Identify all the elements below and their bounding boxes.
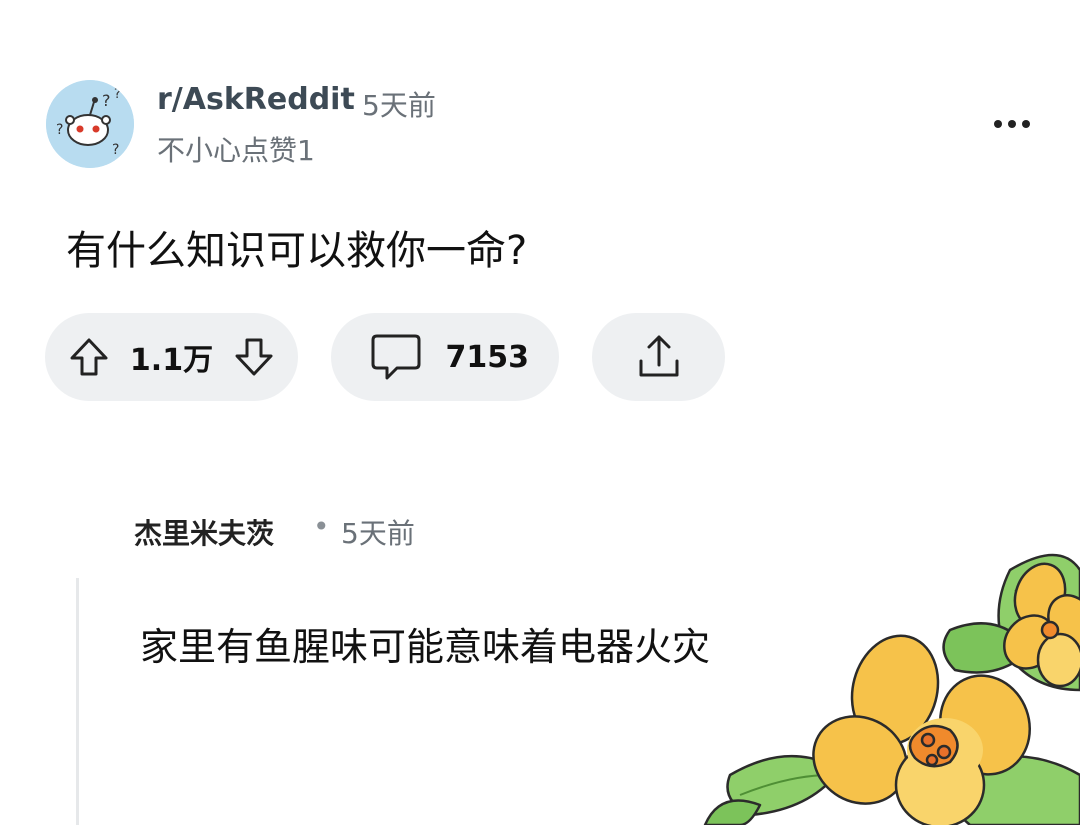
meta-separator: •	[313, 510, 330, 543]
comment-author[interactable]: 杰里米夫茨	[134, 512, 274, 552]
speech-bubble-icon	[371, 334, 421, 380]
downvote-button[interactable]	[232, 335, 276, 379]
comment-count: 7153	[445, 339, 530, 375]
comment-body: 家里有鱼腥味可能意味着电器火灾	[140, 625, 711, 669]
osmanthus-flower-illustration	[703, 553, 1080, 825]
comment-time: 5天前	[341, 517, 415, 550]
subreddit-name[interactable]: r/AskReddit	[157, 82, 355, 117]
svg-text:?: ?	[112, 142, 119, 158]
arrow-down-icon	[235, 338, 273, 376]
svg-text:?: ?	[114, 87, 121, 102]
subreddit-avatar[interactable]: ? ? ? ?	[46, 80, 134, 168]
reddit-snoo-question-icon: ? ? ? ?	[46, 80, 134, 168]
comments-button[interactable]: 7153	[331, 313, 559, 401]
post-title[interactable]: 有什么知识可以救你一命?	[66, 218, 527, 276]
upvote-button[interactable]	[67, 335, 111, 379]
svg-text:?: ?	[102, 91, 111, 110]
arrow-up-icon	[70, 338, 108, 376]
comment-thread-line[interactable]	[76, 578, 79, 825]
svg-text:?: ?	[56, 122, 63, 138]
more-options-button[interactable]	[988, 108, 1036, 140]
score-count: 1.1万	[129, 343, 214, 378]
share-icon	[639, 335, 678, 377]
post-author[interactable]: 不小心点赞1	[157, 129, 315, 169]
post-time: 5天前	[362, 89, 436, 122]
vote-bar: 1.1万	[45, 313, 298, 401]
more-horizontal-icon	[994, 120, 1030, 128]
share-button[interactable]	[592, 313, 725, 401]
